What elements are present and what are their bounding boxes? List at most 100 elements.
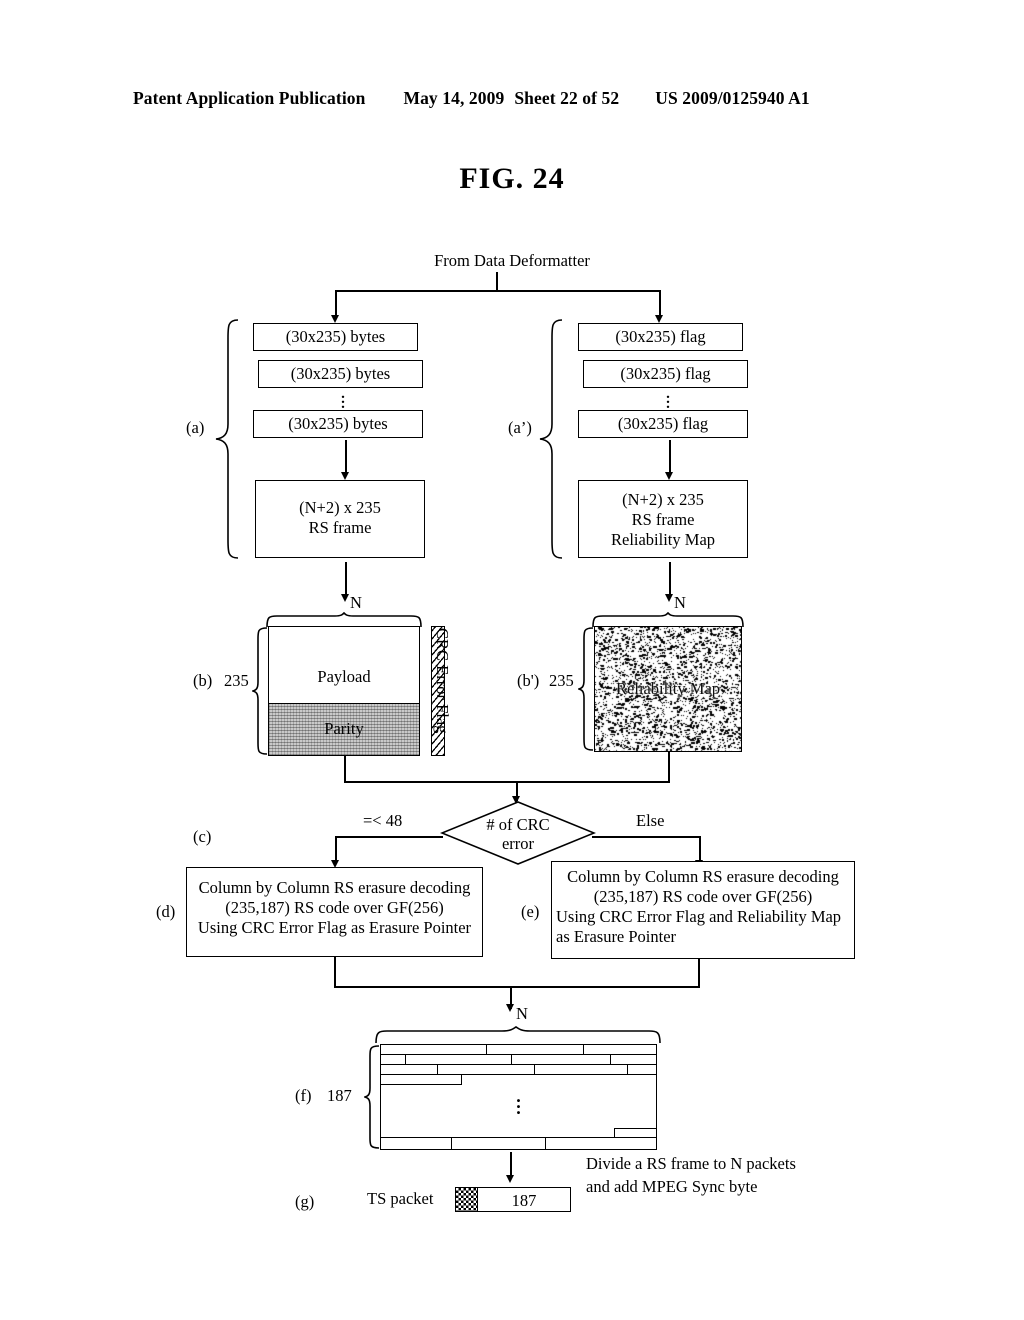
parity-label: Parity bbox=[324, 719, 364, 738]
page-header: Patent Application Publication May 14, 2… bbox=[133, 88, 893, 109]
packet-segment bbox=[627, 1064, 656, 1075]
b-cols-label: N bbox=[350, 593, 362, 612]
rs-frame-box-a: (N+2) x 235 RS frame bbox=[255, 480, 425, 558]
payload-label: Payload bbox=[317, 667, 371, 686]
decoding-box-e: Column by Column RS erasure decoding (23… bbox=[551, 861, 855, 959]
slab-a-1: (30x235) bytes bbox=[253, 323, 418, 351]
diamond-line1: # of CRC bbox=[486, 815, 550, 834]
group-a-connector-arrowhead bbox=[341, 472, 349, 480]
group-a-ellipsis: ... bbox=[341, 386, 345, 412]
slab-a-prime-3-label: (30x235) flag bbox=[617, 414, 709, 433]
group-a-prime-ellipsis: ... bbox=[666, 386, 670, 412]
slab-a-prime-2-label: (30x235) flag bbox=[620, 364, 711, 383]
b-prime-rows-label: 235 bbox=[549, 671, 574, 690]
decoding-box-e-line3: Using CRC Error Flag and Reliability Map bbox=[556, 907, 842, 927]
header-publication: Patent Application Publication bbox=[133, 88, 366, 108]
merge-horizontal-line bbox=[344, 781, 670, 783]
b-prime-inflow-line bbox=[669, 562, 671, 598]
decoding-box-e-line4: as Erasure Pointer bbox=[556, 927, 677, 947]
g-note-line1: Divide a RS frame to N packets bbox=[586, 1154, 796, 1173]
slab-a-2: (30x235) bytes bbox=[258, 360, 423, 388]
b-outflow-line bbox=[344, 756, 346, 782]
f-rows-label: 187 bbox=[327, 1086, 352, 1105]
packet-segment bbox=[381, 1137, 452, 1149]
b-rows-label: 235 bbox=[224, 671, 249, 690]
packet-segment bbox=[534, 1064, 628, 1075]
crc-error-flag-label: CRC Error Flag bbox=[433, 628, 452, 734]
decoding-box-e-line1: Column by Column RS erasure decoding bbox=[567, 867, 839, 886]
b-prime-inflow-arrowhead bbox=[665, 594, 673, 602]
group-a-prime-connector-line bbox=[669, 440, 671, 475]
b-prime-outflow-line bbox=[668, 752, 670, 782]
slab-a-prime-1-label: (30x235) flag bbox=[615, 327, 706, 346]
source-label: From Data Deformatter bbox=[434, 251, 590, 270]
rs-frame-packets: ... bbox=[380, 1044, 657, 1150]
de-merge-arrowhead bbox=[506, 1004, 514, 1012]
reliability-map-label: Reliability Map bbox=[615, 679, 721, 698]
decoding-box-d-line2: (235,187) RS code over GF(256) bbox=[225, 898, 444, 918]
ts-packet-payload-size: 187 bbox=[511, 1191, 537, 1210]
f-cols-label: N bbox=[516, 1004, 528, 1023]
patent-figure-page: Patent Application Publication May 14, 2… bbox=[0, 0, 1024, 1320]
source-stem-line bbox=[496, 272, 498, 291]
b-inflow-line bbox=[345, 562, 347, 598]
b-inflow-arrowhead bbox=[341, 594, 349, 602]
header-sheet: Sheet 22 of 52 bbox=[514, 88, 620, 108]
b-prime-left-brace bbox=[578, 627, 594, 751]
branch-left-line bbox=[335, 836, 443, 838]
packet-segment bbox=[381, 1074, 462, 1085]
group-a-tag: (a) bbox=[186, 418, 205, 437]
f-tag: (f) bbox=[295, 1086, 312, 1105]
g-tag: (g) bbox=[295, 1192, 315, 1211]
de-merge-horizontal-line bbox=[334, 986, 700, 988]
rs-frame-box-a-prime: (N+2) x 235 RS frame Reliability Map bbox=[578, 480, 748, 558]
packet-segment bbox=[451, 1137, 546, 1149]
group-a-connector-line bbox=[345, 440, 347, 475]
group-a-prime-brace bbox=[539, 319, 563, 559]
slab-a-3-label: (30x235) bytes bbox=[288, 414, 388, 433]
source-left-arrowhead bbox=[331, 315, 339, 323]
b-prime-cols-label: N bbox=[674, 593, 686, 612]
d-outflow-line bbox=[334, 957, 336, 987]
branch-right-label: Else bbox=[636, 811, 665, 830]
crc-decision-diamond: # of CRC error bbox=[439, 800, 597, 866]
reliability-map-matrix: Reliability Map bbox=[594, 626, 742, 752]
f-top-brace bbox=[375, 1026, 661, 1044]
b-left-brace bbox=[252, 627, 268, 755]
b-prime-tag: (b') bbox=[517, 671, 540, 690]
group-a-brace bbox=[215, 319, 239, 559]
rs-frame-box-a-line2: RS frame bbox=[308, 518, 372, 537]
g-note-line2: and add MPEG Sync byte bbox=[586, 1177, 758, 1196]
d-tag: (d) bbox=[156, 902, 176, 921]
decoding-box-e-line2: (235,187) RS code over GF(256) bbox=[593, 887, 813, 907]
mpeg-sync-byte bbox=[456, 1188, 478, 1211]
branch-right-line bbox=[592, 836, 700, 838]
f-frame-ellipsis: ... bbox=[516, 1086, 521, 1118]
rs-frame-box-a-line1: (N+2) x 235 bbox=[299, 498, 381, 517]
c-tag: (c) bbox=[193, 827, 212, 846]
b-tag: (b) bbox=[193, 671, 213, 690]
slab-a-1-label: (30x235) bytes bbox=[285, 327, 386, 346]
diamond-line2: error bbox=[501, 834, 535, 853]
packet-segment bbox=[545, 1137, 656, 1149]
slab-a-prime-3: (30x235) flag bbox=[578, 410, 748, 438]
f-left-brace bbox=[364, 1045, 380, 1149]
ts-packet-label: TS packet bbox=[367, 1189, 434, 1208]
rs-frame-box-a-prime-line3: Reliability Map bbox=[610, 530, 716, 549]
f-outflow-arrowhead bbox=[506, 1175, 514, 1183]
source-right-drop-line bbox=[659, 290, 661, 316]
group-a-prime-tag: (a’) bbox=[508, 418, 532, 437]
source-left-drop-line bbox=[335, 290, 337, 316]
source-branch-line bbox=[335, 290, 660, 292]
slab-a-prime-1: (30x235) flag bbox=[578, 323, 743, 351]
payload-parity-matrix: Payload Parity bbox=[268, 626, 420, 756]
e-tag: (e) bbox=[521, 902, 540, 921]
decoding-box-d-line1: Column by Column RS erasure decoding bbox=[198, 878, 471, 897]
slab-a-prime-2: (30x235) flag bbox=[583, 360, 748, 388]
header-date: May 14, 2009 bbox=[403, 88, 505, 108]
ts-packet-bar: 187 bbox=[455, 1187, 571, 1212]
header-patent-number: US 2009/0125940 A1 bbox=[655, 88, 810, 108]
decoding-box-d: Column by Column RS erasure decoding (23… bbox=[186, 867, 483, 957]
source-right-arrowhead bbox=[655, 315, 663, 323]
decoding-box-d-line3: Using CRC Error Flag as Erasure Pointer bbox=[197, 918, 472, 938]
